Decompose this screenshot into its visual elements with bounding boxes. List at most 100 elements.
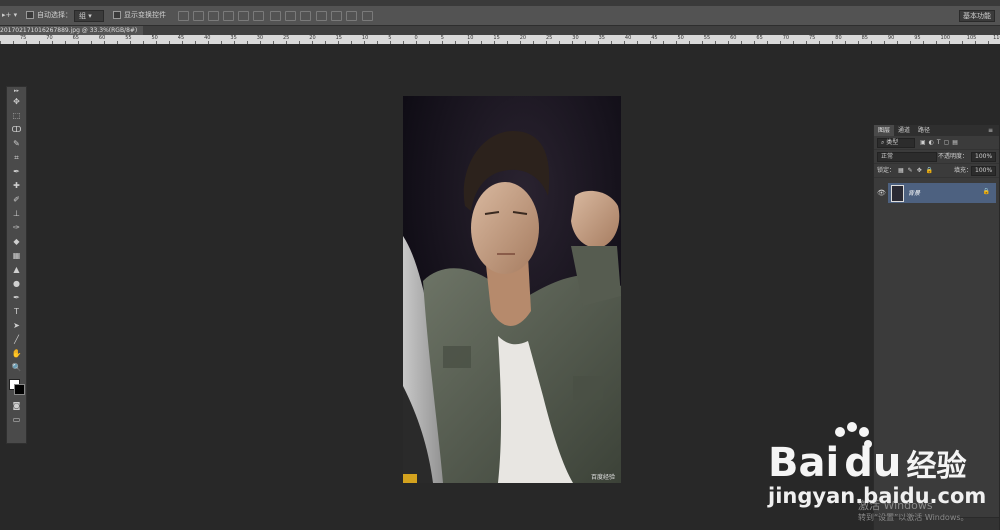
distribute-vcenter-icon[interactable] [285,11,296,21]
ruler-tick-label: 35 [598,35,605,41]
hand-tool-icon[interactable]: ✋ [7,347,26,361]
gradient-tool-icon[interactable]: ▦ [7,249,26,263]
document-canvas[interactable]: 百度经验 [403,96,621,483]
ruler-tick-label: 10 [361,35,369,41]
lock-icons[interactable]: ▦✎✥🔒 [898,164,937,177]
ruler-tick-label: 55 [125,35,132,41]
checkbox-icon [26,11,34,19]
align-left-icon[interactable] [223,11,234,21]
layer-row-background[interactable]: 背景 🔒 [888,183,996,203]
align-vcenter-icon[interactable] [193,11,204,21]
history-brush-tool-icon[interactable]: ✑ [7,221,26,235]
lock-icon: 🔒 [982,188,990,195]
eye-icon[interactable]: 👁 [877,189,886,197]
ruler-tick-label: 5 [440,35,444,41]
ruler-tick-label: 70 [46,35,53,41]
lock-label: 锁定： [877,167,896,174]
align-bottom-icon[interactable] [208,11,219,21]
ruler-tick-label: 15 [493,35,500,41]
opacity-value: 100% [975,153,993,160]
auto-select-dropdown[interactable]: 组 ▾ [74,10,104,22]
move-tool-preset-icon[interactable]: ▸+ ▾ [2,10,17,21]
marquee-tool-icon[interactable]: ⬚ [7,109,26,123]
document-tab-bar: 201702171016267889.jpg @ 33.3%(RGB/8#) [0,26,1000,35]
ruler-tick-label: 30 [572,35,579,41]
dodge-tool-icon[interactable]: ● [7,277,26,291]
panel-menu-icon[interactable]: ≡ [984,125,997,136]
auto-align-icon[interactable] [362,11,373,21]
blur-tool-icon[interactable]: ▲ [7,263,26,277]
tab-channels[interactable]: 通道 [894,125,914,136]
quick-select-tool-icon[interactable]: ✎ [7,137,26,151]
workspace-switcher[interactable]: 基本功能 [959,10,995,22]
path-select-tool-icon[interactable]: ➤ [7,319,26,333]
checkbox-icon [113,11,121,19]
ruler-tick-label: 20 [519,35,527,41]
jingyan-text: 经验 [906,449,967,484]
show-transform-label: 显示变换控件 [124,11,166,19]
lasso-tool-icon[interactable]: ↀ [7,123,26,137]
pen-tool-icon[interactable]: ✒ [7,291,26,305]
tab-paths[interactable]: 路径 [914,125,934,136]
eyedropper-tool-icon[interactable]: ✒ [7,165,26,179]
ruler-tick-label: 40 [624,35,632,41]
ruler-tick-label: 45 [651,35,658,41]
color-swatches[interactable] [7,375,26,399]
toolbox-grip-icon[interactable]: ▸▸ [7,87,26,95]
eraser-tool-icon[interactable]: ◆ [7,235,26,249]
zoom-tool-icon[interactable]: 🔍 [7,361,26,375]
toolbox: ▸▸ ✥ ⬚ ↀ ✎ ⌗ ✒ ✚ ✐ ⊥ ✑ ◆ ▦ ▲ ● ✒ T ➤ ╱ ✋ 🔍 ◙ ▭ [6,86,27,444]
stamp-tool-icon[interactable]: ⊥ [7,207,26,221]
blend-mode-dropdown[interactable]: 正常 [877,152,937,162]
ruler-tick-label: 35 [230,35,237,41]
align-right-icon[interactable] [253,11,264,21]
ruler-tick-label: 40 [204,35,211,41]
background-color-swatch[interactable] [14,384,25,395]
layer-name: 背景 [908,190,921,197]
ruler-tick-label: 50 [151,35,158,41]
ruler-tick-label: 70 [782,35,790,41]
ruler-tick-label: 20 [309,35,316,41]
show-transform-checkbox[interactable]: 显示变换控件 [113,10,166,21]
align-top-icon[interactable] [178,11,189,21]
distribute-bottom-icon[interactable] [300,11,311,21]
distribute-top-icon[interactable] [270,11,281,21]
ruler-tick-label: 65 [756,35,763,41]
distribute-left-icon[interactable] [316,11,327,21]
brush-tool-icon[interactable]: ✐ [7,193,26,207]
filter-icons[interactable]: ▣◐T▢▤ [920,136,961,149]
search-icon: ⌕ [881,139,885,146]
auto-select-checkbox[interactable]: 自动选择： [26,10,72,21]
align-hcenter-icon[interactable] [238,11,249,21]
ruler-tick-label: 60 [730,35,737,41]
healing-tool-icon[interactable]: ✚ [7,179,26,193]
fill-field[interactable]: 100% [971,166,996,176]
shape-tool-icon[interactable]: ╱ [7,333,26,347]
ruler-tick-label: 5 [388,35,392,41]
ruler-tick-label: 65 [72,35,79,41]
ruler-tick-label: 10 [467,35,474,41]
document-tab[interactable]: 201702171016267889.jpg @ 33.3%(RGB/8#) [0,26,144,35]
options-bar: ▸+ ▾ 自动选择： 组 ▾ 显示变换控件 基本功能 [0,6,1000,26]
ruler-tick-label: 15 [335,35,342,41]
ruler-tick-label: 0 [414,35,418,41]
opacity-label: 不透明度： [938,153,969,160]
crop-tool-icon[interactable]: ⌗ [7,151,26,165]
distribute-hcenter-icon[interactable] [331,11,342,21]
ruler-tick-label: 75 [20,35,27,41]
fill-value: 100% [975,167,993,174]
opacity-field[interactable]: 100% [971,152,996,162]
distribute-right-icon[interactable] [346,11,357,21]
filter-kind-dropdown[interactable]: ⌕ 类型 [877,138,915,148]
tab-layers[interactable]: 图层 [874,125,895,136]
screen-mode-icon[interactable]: ▭ [7,413,26,427]
photo-watermark-text: 百度经验 [591,473,615,481]
ruler-tick-label: 45 [177,35,185,41]
blend-row: 正常 不透明度： 100% [874,150,999,164]
photo-image: 百度经验 [403,96,621,483]
move-tool-icon[interactable]: ✥ [7,95,26,109]
quick-mask-icon[interactable]: ◙ [7,399,26,413]
lock-row: 锁定： ▦✎✥🔒 填充： 100% [874,164,999,178]
ruler-tick-label: 60 [98,35,106,41]
type-tool-icon[interactable]: T [7,305,26,319]
